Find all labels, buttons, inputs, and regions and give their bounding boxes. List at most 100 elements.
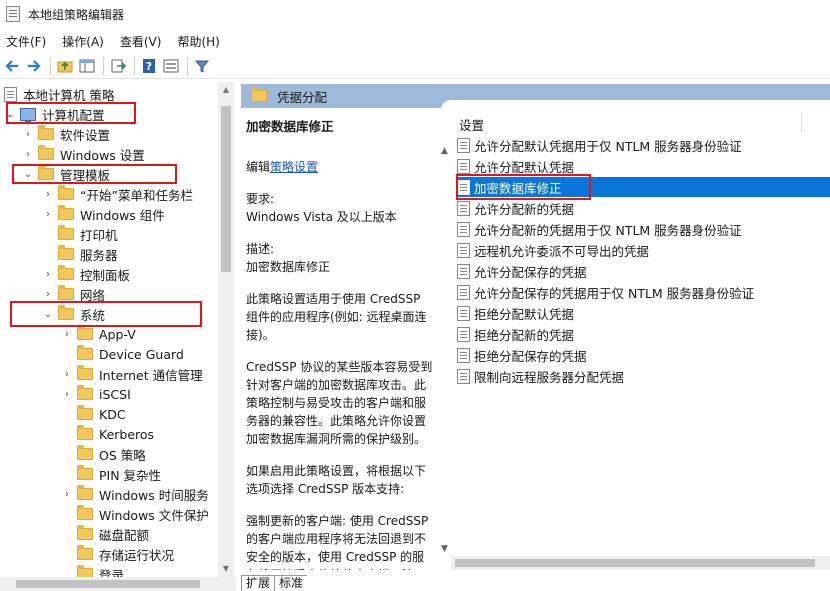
tree-item-label: 软件设置 [60, 127, 111, 143]
tab-extended[interactable]: 扩展 [241, 575, 275, 591]
tree-item[interactable]: 登录 [61, 564, 124, 577]
policy-setting-row[interactable]: 允许分配新的凭据用于仅 NTLM 服务器身份验证 [457, 219, 830, 239]
tree-root[interactable]: 本地计算机 策略 [4, 84, 114, 104]
policy-setting-icon [457, 263, 470, 279]
tree-item[interactable]: 打印机 [42, 224, 118, 244]
back-icon[interactable] [2, 56, 22, 76]
tree-item[interactable]: Device Guard [61, 344, 184, 364]
policy-setting-row[interactable]: 限制向远程服务器分配凭据 [457, 366, 830, 386]
policy-setting-label: 限制向远程服务器分配凭据 [474, 369, 625, 385]
properties-icon[interactable] [161, 56, 181, 76]
description-paragraph: CredSSP 协议的某些版本容易受到针对客户端的加密数据库攻击。此策略控制与易… [246, 360, 433, 446]
scroll-up-icon[interactable]: ▲ [441, 146, 451, 156]
up-folder-icon[interactable] [55, 56, 75, 76]
title-bar: 本地组策略编辑器 [0, 0, 830, 28]
policy-setting-row[interactable]: 远程机允许委派不可导出的凭据 [457, 240, 830, 260]
tree-item[interactable]: › App-V [61, 324, 136, 344]
tree-item[interactable]: › 网络 [42, 284, 105, 304]
chevron-down-icon[interactable]: ⌄ [4, 108, 16, 120]
policy-setting-icon [457, 347, 470, 363]
chevron-right-icon[interactable]: › [22, 128, 34, 140]
scroll-up-icon[interactable]: ▲ [218, 82, 234, 98]
chevron-right-icon[interactable]: › [61, 488, 73, 500]
tree-item[interactable]: ⌄ 管理模板 [22, 164, 110, 184]
tree-item[interactable]: › “开始”菜单和任务栏 [42, 184, 193, 204]
tree-item[interactable]: ⌄ 计算机配置 [4, 104, 105, 124]
tree-item[interactable]: 服务器 [42, 244, 118, 264]
help-icon[interactable]: ? [139, 56, 159, 76]
show-tree-icon[interactable] [77, 56, 97, 76]
menu-file[interactable]: 文件(F) [6, 33, 46, 50]
chevron-right-icon[interactable]: › [61, 368, 73, 380]
folder-icon [58, 305, 74, 320]
policy-setting-row[interactable]: 拒绝分配默认凭据 [457, 303, 830, 323]
chevron-right-icon[interactable]: › [42, 208, 54, 220]
forward-icon[interactable] [24, 56, 44, 76]
chevron-right-icon[interactable]: › [61, 328, 73, 340]
column-header-settings[interactable]: 设置 [459, 115, 484, 134]
tree-item[interactable]: 存储运行状况 [61, 544, 174, 564]
folder-icon [77, 525, 93, 540]
export-icon[interactable] [108, 56, 128, 76]
list-vertical-scrollbar[interactable]: ▲ ▼ [441, 146, 451, 554]
tab-standard[interactable]: 标准 [274, 575, 308, 591]
tree-item-label: Windows 设置 [60, 147, 145, 163]
chevron-right-icon[interactable]: › [42, 288, 54, 300]
tree-item-label: 控制面板 [80, 267, 131, 283]
policy-setting-row[interactable]: 允许分配默认凭据用于仅 NTLM 服务器身份验证 [457, 135, 830, 155]
scroll-thumb[interactable] [455, 559, 815, 567]
tree-item[interactable]: 磁盘配额 [61, 524, 149, 544]
tree-item[interactable]: › Windows 设置 [22, 144, 145, 164]
list-horizontal-scrollbar[interactable] [451, 556, 830, 570]
chevron-down-icon[interactable]: ⌄ [42, 308, 54, 320]
menu-action[interactable]: 操作(A) [62, 33, 104, 50]
tree-vertical-scrollbar[interactable]: ▲ ▼ [218, 82, 234, 577]
menu-help[interactable]: 帮助(H) [177, 33, 219, 50]
chevron-down-icon[interactable]: ⌄ [22, 168, 34, 180]
policy-setting-label: 允许分配新的凭据 [474, 201, 575, 217]
tree-item[interactable]: › 控制面板 [42, 264, 130, 284]
tree-item-label: 管理模板 [60, 167, 111, 183]
tree-item[interactable]: › Windows 组件 [42, 204, 165, 224]
scroll-down-icon[interactable]: ▼ [218, 561, 234, 577]
chevron-right-icon[interactable]: › [22, 148, 34, 160]
edit-prefix: 编辑 [246, 160, 271, 174]
menu-bar: 文件(F) 操作(A) 查看(V) 帮助(H) [0, 30, 236, 52]
description-label: 描述: [246, 242, 275, 256]
policy-setting-row[interactable]: 拒绝分配新的凭据 [457, 324, 830, 344]
tree-item[interactable]: PIN 复杂性 [61, 464, 161, 484]
column-divider[interactable] [801, 112, 802, 132]
edit-policy-link[interactable]: 策略设置 [270, 160, 318, 174]
tree-item[interactable]: ⌄ 系统 [42, 304, 105, 324]
menu-view[interactable]: 查看(V) [120, 33, 162, 50]
folder-icon [77, 405, 93, 420]
policy-setting-row[interactable]: 允许分配新的凭据 [457, 198, 830, 218]
policy-setting-row[interactable]: 允许分配默认凭据 [457, 156, 830, 176]
tree-item[interactable]: Windows 文件保护 [61, 504, 209, 524]
tree-horizontal-scrollbar[interactable] [0, 577, 236, 591]
tree-item[interactable]: OS 策略 [61, 444, 146, 464]
scroll-thumb[interactable] [16, 580, 200, 588]
tree-item[interactable]: › Internet 通信管理 [61, 364, 203, 384]
policy-setting-row[interactable]: 拒绝分配保存的凭据 [457, 345, 830, 365]
policy-setting-row[interactable]: 加密数据库修正 [457, 177, 830, 197]
policy-setting-row[interactable]: 允许分配保存的凭据 [457, 261, 830, 281]
scroll-thumb[interactable] [221, 106, 231, 272]
policy-setting-row[interactable]: 允许分配保存的凭据用于仅 NTLM 服务器身份验证 [457, 282, 830, 302]
chevron-right-icon[interactable]: › [61, 388, 73, 400]
tree-item[interactable]: › iSCSI [61, 384, 131, 404]
scroll-down-icon[interactable]: ▼ [441, 544, 451, 554]
tree-item[interactable]: Kerberos [61, 424, 154, 444]
toolbar-divider [50, 56, 51, 75]
tree-item[interactable]: › Windows 时间服务 [61, 484, 209, 504]
tree-item[interactable]: KDC [61, 404, 126, 424]
filter-icon[interactable] [192, 56, 212, 76]
policy-setting-icon [457, 368, 470, 384]
folder-icon [58, 185, 74, 200]
chevron-right-icon[interactable]: › [42, 188, 54, 200]
tree-item[interactable]: › 软件设置 [22, 124, 110, 144]
chevron-right-icon[interactable]: › [42, 268, 54, 280]
